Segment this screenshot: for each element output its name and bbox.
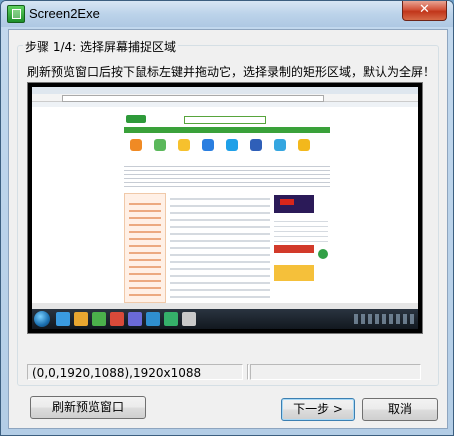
webpage-logo [126, 115, 146, 123]
app-tile-icon [250, 139, 262, 151]
browser-address-bar [32, 94, 418, 102]
preview-webpage [124, 113, 330, 303]
app-tile-icon [226, 139, 238, 151]
webpage-category-sidebar [124, 193, 166, 303]
webpage-search-box [184, 116, 266, 124]
webpage-link-rows [124, 163, 330, 189]
desktop-preview-image [32, 87, 418, 329]
app-icon [7, 5, 25, 23]
app-tile-icon [298, 139, 310, 151]
browser-bookmarks-bar [32, 102, 418, 107]
status-separator [247, 364, 249, 380]
webpage-green-badge [318, 249, 328, 259]
webpage-red-banner [274, 245, 314, 253]
taskbar-app-icon [182, 312, 196, 326]
refresh-preview-button[interactable]: 刷新预览窗口 [30, 396, 146, 419]
taskbar-app-icon [164, 312, 178, 326]
webpage-nav-bar [124, 127, 330, 133]
start-orb-icon [34, 311, 50, 327]
taskbar-app-icon [128, 312, 142, 326]
webpage-game-ad [274, 265, 314, 281]
dialog-client-area: 步骤 1/4: 选择屏幕捕捉区域 刷新预览窗口后按下鼠标左键并拖动它，选择录制的… [8, 29, 448, 429]
system-tray [354, 314, 414, 324]
webpage-app-icons [124, 137, 330, 157]
close-button[interactable]: ✕ [402, 1, 447, 21]
browser-tab-strip [32, 87, 418, 94]
instruction-text: 刷新预览窗口后按下鼠标左键并拖动它，选择录制的矩形区域，默认为全屏！ [27, 65, 436, 79]
status-region: (0,0,1920,1088),1920x1088 [27, 364, 243, 380]
main-window: Screen2Exe ✕ 步骤 1/4: 选择屏幕捕捉区域 刷新预览窗口后按下鼠… [0, 0, 454, 436]
cancel-button[interactable]: 取消 [362, 398, 438, 421]
title-bar[interactable]: Screen2Exe ✕ [1, 1, 453, 27]
step-legend: 步骤 1/4: 选择屏幕捕捉区域 [23, 38, 178, 55]
taskbar-app-icon [110, 312, 124, 326]
webpage-download-list [170, 193, 270, 301]
taskbar-app-icon [92, 312, 106, 326]
browser-address-field [62, 95, 324, 102]
app-tile-icon [178, 139, 190, 151]
taskbar-app-icon [74, 312, 88, 326]
preview-taskbar [32, 309, 418, 329]
status-pane-extra [250, 364, 421, 380]
app-tile-icon [274, 139, 286, 151]
webpage-ad-banner [274, 195, 314, 213]
next-button[interactable]: 下一步 > [281, 398, 355, 421]
app-tile-icon [130, 139, 142, 151]
window-title: Screen2Exe [29, 6, 100, 21]
app-tile-icon [154, 139, 166, 151]
webpage-side-links [274, 217, 328, 243]
screen-preview[interactable] [27, 82, 423, 334]
app-tile-icon [202, 139, 214, 151]
taskbar-app-icon [146, 312, 160, 326]
taskbar-app-icon [56, 312, 70, 326]
